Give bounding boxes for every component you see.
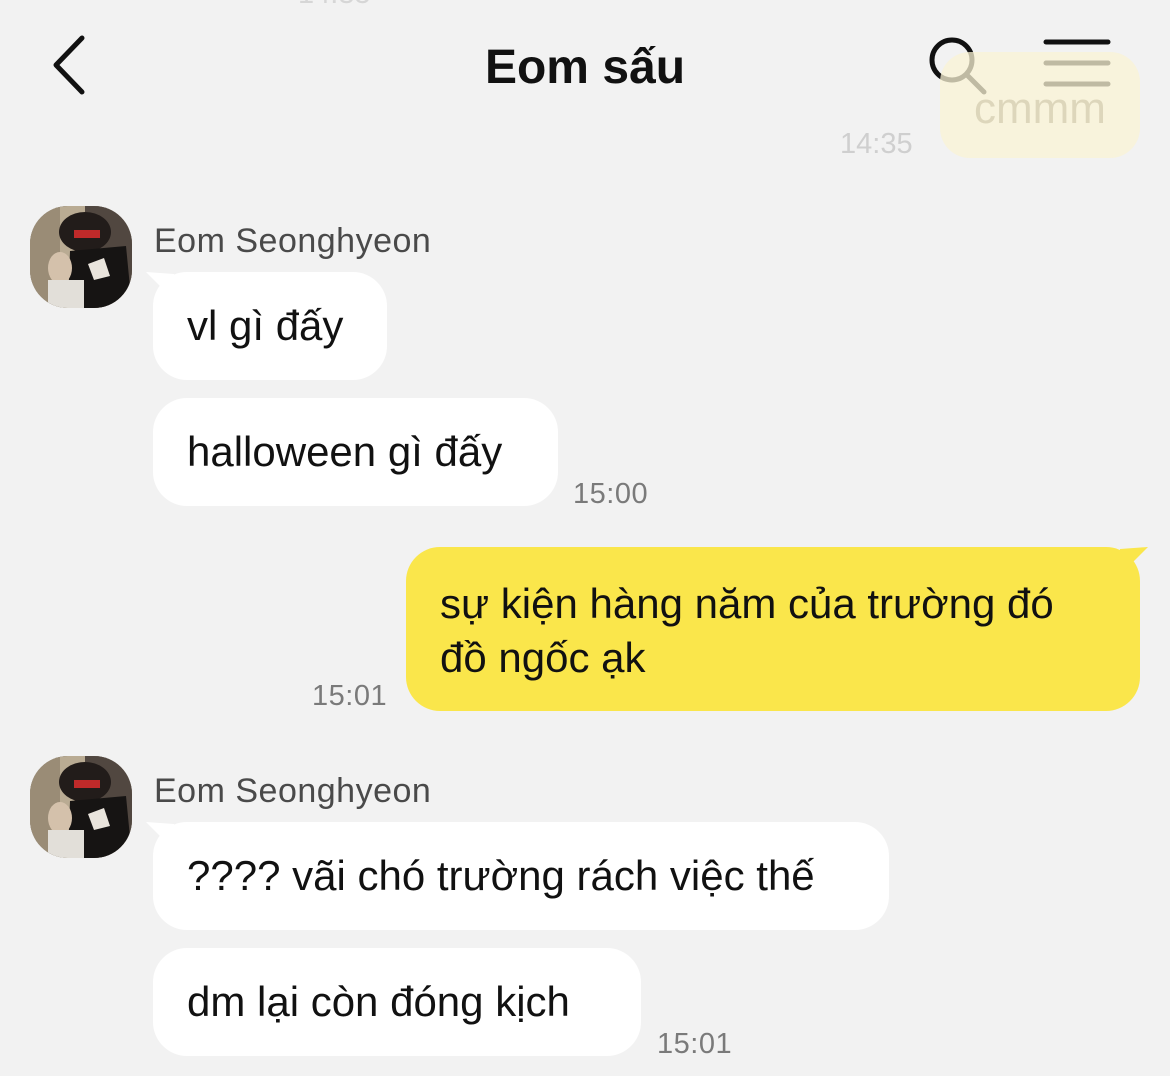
avatar[interactable] — [30, 206, 132, 308]
sender-name: Eom Seonghyeon — [154, 772, 432, 810]
previous-message-text: cmmm — [974, 84, 1106, 133]
message-bubble[interactable]: halloween gì đấy — [153, 398, 558, 506]
message-line: đồ ngốc ạk — [440, 634, 646, 681]
previous-message-timestamp: 14:35 — [840, 128, 913, 160]
sender-name: Eom Seonghyeon — [154, 222, 432, 260]
message-bubble[interactable]: ???? vãi chó trường rách việc thế — [153, 822, 889, 930]
my-message-bubble[interactable]: sự kiện hàng năm của trường đó đồ ngốc ạ… — [406, 547, 1140, 711]
avatar-photo — [30, 206, 132, 308]
back-button[interactable] — [44, 30, 104, 100]
message-line: sự kiện hàng năm của trường đó — [440, 580, 1054, 627]
message-bubble[interactable]: vl gì đấy — [153, 272, 387, 380]
my-bubble-tail — [1120, 547, 1148, 575]
avatar[interactable] — [30, 756, 132, 858]
message-time: 15:01 — [312, 680, 388, 712]
message-time: 15:01 — [657, 1028, 733, 1060]
message-time: 15:00 — [573, 478, 649, 510]
chevron-left-icon — [53, 35, 85, 95]
avatar-photo — [30, 756, 132, 858]
previous-message-time: 14:35 — [298, 0, 371, 11]
message-bubble[interactable]: dm lại còn đóng kịch — [153, 948, 641, 1056]
